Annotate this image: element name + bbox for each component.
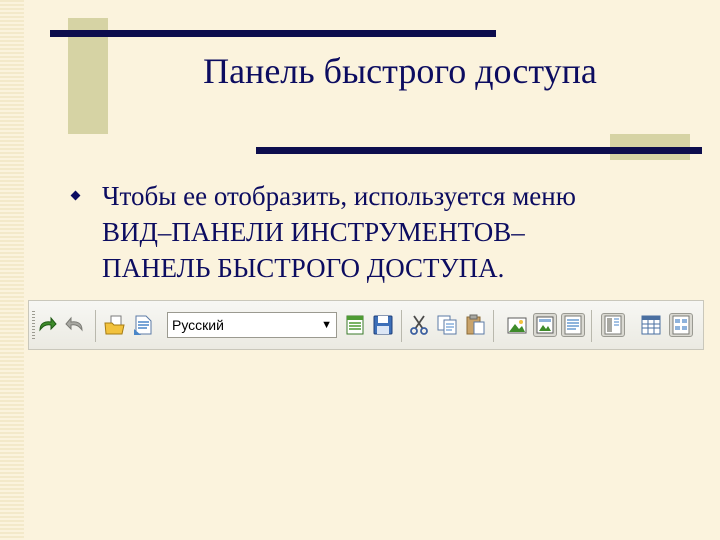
language-select-value: Русский bbox=[172, 317, 224, 333]
bullet-text-line-3: ПАНЕЛЬ БЫСТРОГО ДОСТУПА. bbox=[102, 253, 505, 283]
quick-access-toolbar: Русский ▼ bbox=[28, 300, 704, 350]
title-decor-line-bottom bbox=[256, 147, 702, 154]
image-icon bbox=[507, 317, 527, 334]
toolbar-separator bbox=[401, 310, 402, 342]
left-stripe-decoration bbox=[0, 0, 24, 540]
form-button[interactable] bbox=[669, 313, 693, 337]
undo-button[interactable] bbox=[63, 313, 87, 337]
slide-title: Панель быстрого доступа bbox=[203, 51, 597, 91]
open-button[interactable] bbox=[103, 313, 127, 337]
cut-button[interactable] bbox=[407, 313, 431, 337]
page-layout-icon bbox=[604, 315, 622, 335]
bullet-text-line-1: Чтобы ее отобразить, используется меню bbox=[102, 181, 576, 211]
save-button[interactable] bbox=[371, 313, 395, 337]
grid-table-icon bbox=[641, 315, 661, 335]
open-folder-icon bbox=[104, 315, 125, 335]
language-select[interactable]: Русский ▼ bbox=[167, 312, 337, 338]
grid-table-button[interactable] bbox=[639, 313, 663, 337]
bullet-diamond-icon bbox=[70, 190, 81, 201]
new-document-button[interactable] bbox=[131, 313, 155, 337]
bullet-text-line-2: ВИД–ПАНЕЛИ ИНСТРУМЕНТОВ– bbox=[102, 217, 525, 247]
picture-frame-button[interactable] bbox=[533, 313, 557, 337]
paste-button[interactable] bbox=[463, 313, 487, 337]
text-lines-icon bbox=[564, 315, 582, 335]
table-list-icon bbox=[346, 315, 364, 335]
save-icon bbox=[373, 315, 393, 335]
toolbar-separator bbox=[493, 310, 494, 342]
form-icon bbox=[672, 315, 690, 335]
text-frame-button[interactable] bbox=[561, 313, 585, 337]
toolbar-separator bbox=[95, 310, 96, 342]
page-layout-button[interactable] bbox=[601, 313, 625, 337]
title-decor-line-top bbox=[50, 30, 496, 37]
new-document-icon bbox=[134, 315, 152, 335]
copy-button[interactable] bbox=[435, 313, 459, 337]
chevron-down-icon[interactable]: ▼ bbox=[321, 319, 332, 331]
redo-button[interactable] bbox=[35, 313, 59, 337]
picture-frame-icon bbox=[536, 316, 554, 334]
cut-icon bbox=[410, 315, 428, 335]
insert-image-button[interactable] bbox=[505, 313, 529, 337]
bullet-text: Чтобы ее отобразить, используется меню В… bbox=[102, 178, 682, 286]
paste-icon bbox=[466, 314, 485, 335]
table-list-button[interactable] bbox=[343, 313, 367, 337]
redo-icon bbox=[39, 316, 57, 332]
toolbar-separator bbox=[591, 310, 592, 342]
undo-icon bbox=[65, 316, 83, 332]
copy-icon bbox=[437, 315, 457, 335]
